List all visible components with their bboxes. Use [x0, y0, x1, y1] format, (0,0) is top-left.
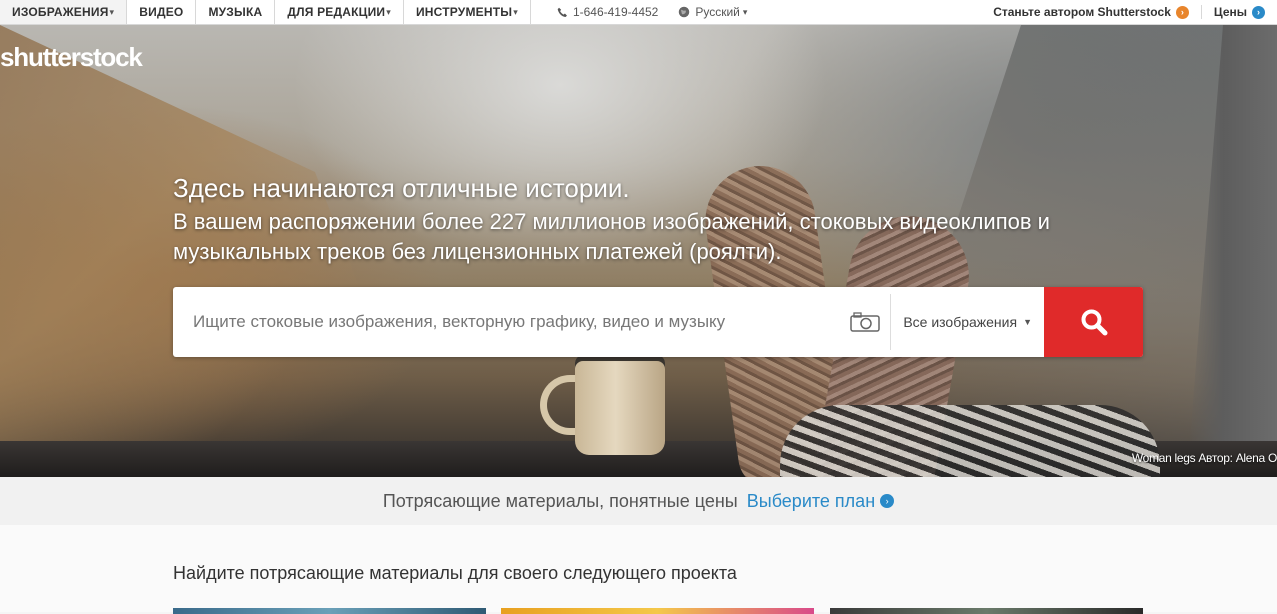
- hero-headline: Здесь начинаются отличные истории.: [173, 173, 630, 203]
- search-scope-label: Все изображения: [903, 314, 1018, 330]
- search-icon: [1081, 309, 1107, 336]
- promo-text: Потрясающие материалы, понятные цены: [382, 490, 738, 511]
- language-label: Русский: [695, 5, 740, 19]
- chevron-down-icon: ▾: [513, 6, 518, 17]
- become-contributor-link[interactable]: Станьте автором Shutterstock ›: [981, 5, 1201, 19]
- pricing-link[interactable]: Цены ›: [1200, 5, 1277, 19]
- chevron-down-icon: ▾: [109, 6, 115, 17]
- nav-tools-label: ИНСТРУМЕНТЫ: [415, 5, 513, 19]
- nav-images-label: ИЗОБРАЖЕНИЯ: [12, 5, 109, 19]
- section-title: Найдите потрясающие материалы для своего…: [173, 563, 737, 583]
- language-selector[interactable]: Русский ▾: [668, 0, 757, 24]
- nav-music-label: МУЗЫКА: [208, 5, 263, 19]
- search-bar: Все изображения ▼: [173, 287, 1143, 357]
- nav-editorial-label: ДЛЯ РЕДАКЦИИ: [287, 5, 386, 19]
- globe-icon: [679, 6, 690, 18]
- promo-strip: Потрясающие материалы, понятные цены Выб…: [0, 477, 1277, 525]
- hero-photo-blanket: [780, 405, 1160, 477]
- chevron-down-icon: ▾: [386, 6, 391, 17]
- phone-icon: [557, 7, 567, 17]
- nav-editorial[interactable]: ДЛЯ РЕДАКЦИИ ▾: [275, 0, 404, 24]
- hero-subline: В вашем распоряжении более 227 миллионов…: [173, 209, 1050, 264]
- nav-right-group: Станьте автором Shutterstock › Цены ›: [981, 0, 1277, 24]
- discover-section: Найдите потрясающие материалы для своего…: [0, 525, 1277, 614]
- hero-photo-mug: [575, 355, 665, 455]
- chevron-right-icon: ›: [1252, 5, 1265, 19]
- phone-number-text: 1-646-419-4452: [572, 5, 659, 19]
- chevron-right-icon: ›: [880, 494, 895, 508]
- category-thumbnail[interactable]: [501, 608, 814, 614]
- camera-icon[interactable]: [850, 312, 881, 332]
- hero-banner: shutterstock Здесь начинаются отличные и…: [0, 25, 1277, 477]
- shutterstock-logo[interactable]: shutterstock: [0, 42, 143, 73]
- chevron-down-icon: ▼: [1023, 317, 1032, 327]
- category-thumbnail[interactable]: [830, 608, 1143, 614]
- nav-music[interactable]: МУЗЫКА: [196, 0, 276, 24]
- chevron-right-icon: ›: [1175, 5, 1189, 19]
- nav-video[interactable]: ВИДЕО: [127, 0, 197, 24]
- become-contributor-label: Станьте автором Shutterstock: [993, 5, 1171, 19]
- choose-plan-label: Выберите план: [746, 490, 876, 511]
- nav-video-label: ВИДЕО: [139, 5, 184, 19]
- search-input[interactable]: [173, 287, 851, 357]
- photo-credit[interactable]: Woman legs Автор: Alena O: [1132, 451, 1277, 465]
- nav-images[interactable]: ИЗОБРАЖЕНИЯ ▾: [0, 0, 128, 24]
- top-navigation: ИЗОБРАЖЕНИЯ ▾ ВИДЕО МУЗЫКА ДЛЯ РЕДАКЦИИ ▾ …: [0, 0, 1277, 25]
- search-scope-dropdown[interactable]: Все изображения ▼: [891, 314, 1044, 330]
- choose-plan-link[interactable]: Выберите план ›: [746, 490, 895, 512]
- phone-number[interactable]: 1-646-419-4452: [547, 0, 668, 24]
- chevron-down-icon: ▾: [742, 6, 748, 17]
- nav-tools[interactable]: ИНСТРУМЕНТЫ ▾: [404, 0, 531, 24]
- search-button[interactable]: [1044, 287, 1143, 357]
- category-thumbnail[interactable]: [173, 608, 486, 614]
- pricing-label: Цены: [1213, 5, 1247, 19]
